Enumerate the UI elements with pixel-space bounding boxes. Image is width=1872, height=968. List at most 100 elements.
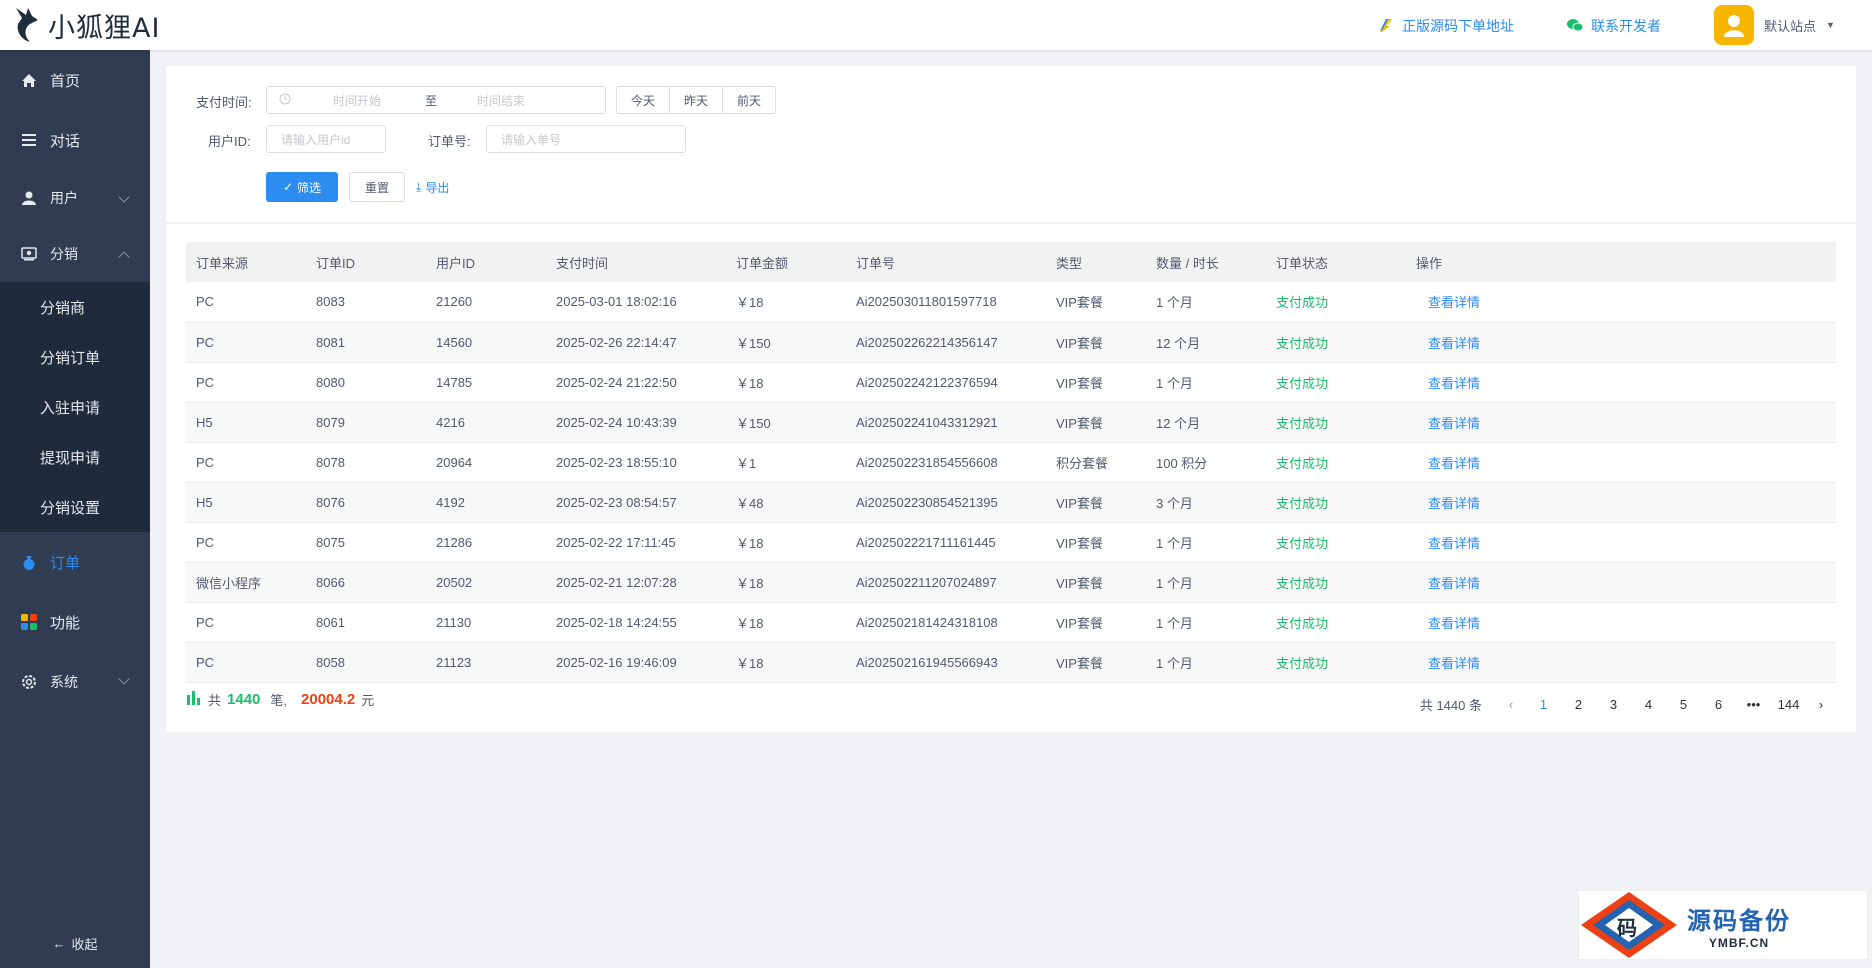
sidebar-item-home[interactable]: 首页 <box>0 50 150 110</box>
page-number[interactable]: 144 <box>1771 690 1806 718</box>
status-badge: 支付成功 <box>1266 402 1406 443</box>
table-cell: 21286 <box>426 522 546 563</box>
page-number[interactable]: 4 <box>1631 690 1666 718</box>
submenu-item-distribution-settings[interactable]: 分销设置 <box>0 482 150 532</box>
table-cell: 2025-02-26 22:14:47 <box>546 322 726 363</box>
source-code-link[interactable]: 正版源码下单地址 <box>1378 16 1514 36</box>
column-header: 数量 / 时长 <box>1146 242 1266 282</box>
next-page-button[interactable]: › <box>1806 690 1836 718</box>
pagination: 共 1440 条 ‹ 1 2 3 4 5 6 ••• 144 › <box>1420 690 1836 718</box>
view-details-link[interactable]: 查看详情 <box>1406 562 1836 603</box>
table-cell: 21260 <box>426 282 546 323</box>
table-cell: PC <box>186 442 306 483</box>
table-cell: 2025-02-23 18:55:10 <box>546 442 726 483</box>
table-row: H5 8076 4192 2025-02-23 08:54:57 ￥48 Ai202502… <box>186 482 1836 523</box>
table-cell: VIP套餐 <box>1046 282 1146 323</box>
table-cell: 12 个月 <box>1146 322 1266 363</box>
download-icon: ⤓ <box>416 179 422 194</box>
table-cell: 8075 <box>306 522 426 563</box>
page-list: 1 2 3 4 5 6 ••• 144 <box>1526 690 1806 718</box>
watermark-en-text: YMBF.CN <box>1708 935 1770 950</box>
view-details-link[interactable]: 查看详情 <box>1406 442 1836 483</box>
summary-mid: 笔, <box>270 693 288 708</box>
pay-time-range-picker[interactable]: 时间开始 至 时间结束 <box>266 86 606 114</box>
prev-page-button[interactable]: ‹ <box>1496 690 1526 718</box>
table-cell: ￥48 <box>726 482 846 523</box>
app-logo[interactable]: 小狐狸AI <box>12 6 160 44</box>
submenu-item-distribution-orders[interactable]: 分销订单 <box>0 332 150 382</box>
status-badge: 支付成功 <box>1266 642 1406 683</box>
view-details-link[interactable]: 查看详情 <box>1406 362 1836 403</box>
sidebar-item-distribution[interactable]: 分销 <box>0 226 150 282</box>
table-header-row: 订单来源 订单ID 用户ID 支付时间 订单金额 订单号 类型 数量 / 时长 … <box>186 242 1836 282</box>
view-details-link[interactable]: 查看详情 <box>1406 402 1836 443</box>
sidebar-item-orders[interactable]: 订单 <box>0 532 150 592</box>
filter-panel: 支付时间: 时间开始 至 时间结束 今天 昨天 前天 用户ID: 请输入用户id… <box>166 66 1856 222</box>
table-cell: PC <box>186 602 306 643</box>
table-cell: 4216 <box>426 402 546 443</box>
status-badge: 支付成功 <box>1266 442 1406 483</box>
sidebar-item-features[interactable]: 功能 <box>0 592 150 652</box>
page-number[interactable]: 6 <box>1701 690 1736 718</box>
distribution-submenu: 分销商 分销订单 入驻申请 提现申请 分销设置 <box>0 282 150 532</box>
view-details-link[interactable]: 查看详情 <box>1406 482 1836 523</box>
column-header: 订单号 <box>846 242 1046 282</box>
sidebar-item-system[interactable]: 系统 <box>0 652 150 712</box>
chevron-up-icon <box>118 251 130 263</box>
page-number[interactable]: 5 <box>1666 690 1701 718</box>
table-cell: 21123 <box>426 642 546 683</box>
page-number[interactable]: 2 <box>1561 690 1596 718</box>
table-cell: Ai202502181424318108 <box>846 602 1046 643</box>
order-no-input[interactable]: 请输入单号 <box>486 125 686 153</box>
submenu-item-withdraw-requests[interactable]: 提现申请 <box>0 432 150 482</box>
table-cell: VIP套餐 <box>1046 522 1146 563</box>
table-cell: Ai202502221711161445 <box>846 522 1046 563</box>
start-time-input[interactable]: 时间开始 <box>333 92 413 109</box>
sidebar-item-label: 系统 <box>50 674 78 690</box>
reset-button[interactable]: 重置 <box>349 172 405 202</box>
end-time-input[interactable]: 时间结束 <box>477 92 525 109</box>
collapse-sidebar-button[interactable]: ← 收起 <box>0 918 150 968</box>
submenu-item-join-requests[interactable]: 入驻申请 <box>0 382 150 432</box>
export-button[interactable]: ⤓ 导出 <box>416 172 449 202</box>
sidebar: 首页 对话 用户 分销 分销商 分销订单 入驻申请 提现申请 分销设置 订单 功… <box>0 50 150 968</box>
watermark-cn-text: 源码备份 <box>1687 907 1791 935</box>
table-cell: Ai202502262214356147 <box>846 322 1046 363</box>
table-cell: Ai202502231854556608 <box>846 442 1046 483</box>
sidebar-item-users[interactable]: 用户 <box>0 170 150 226</box>
view-details-link[interactable]: 查看详情 <box>1406 522 1836 563</box>
page-number[interactable]: 3 <box>1596 690 1631 718</box>
table-cell: 3 个月 <box>1146 482 1266 523</box>
table-row: PC 8075 21286 2025-02-22 17:11:45 ￥18 Ai20250… <box>186 522 1836 563</box>
page-number[interactable]: 1 <box>1526 690 1561 718</box>
table-row: PC 8061 21130 2025-02-18 14:24:55 ￥18 Ai20250… <box>186 602 1836 643</box>
gear-icon <box>20 673 38 691</box>
submenu-item-distributors[interactable]: 分销商 <box>0 282 150 332</box>
table-cell: 20964 <box>426 442 546 483</box>
view-details-link[interactable]: 查看详情 <box>1406 602 1836 643</box>
status-badge: 支付成功 <box>1266 562 1406 603</box>
table-cell: 2025-02-21 12:07:28 <box>546 562 726 603</box>
sidebar-item-chat[interactable]: 对话 <box>0 110 150 170</box>
view-details-link[interactable]: 查看详情 <box>1406 282 1836 323</box>
today-button[interactable]: 今天 <box>616 86 671 114</box>
table-cell: 8061 <box>306 602 426 643</box>
page-ellipsis[interactable]: ••• <box>1736 690 1771 718</box>
view-details-link[interactable]: 查看详情 <box>1406 642 1836 683</box>
user-id-input[interactable]: 请输入用户id <box>266 125 386 153</box>
chevron-down-icon <box>118 191 130 203</box>
contact-developer-label: 联系开发者 <box>1591 18 1661 34</box>
table-cell: 8080 <box>306 362 426 403</box>
user-menu[interactable]: 默认站点 ▼ <box>1714 5 1835 45</box>
view-details-link[interactable]: 查看详情 <box>1406 322 1836 363</box>
contact-developer-link[interactable]: 联系开发者 <box>1567 16 1661 36</box>
filter-button[interactable]: ✓ 筛选 <box>266 172 338 202</box>
table-cell: 21130 <box>426 602 546 643</box>
yesterday-button[interactable]: 昨天 <box>669 86 724 114</box>
status-badge: 支付成功 <box>1266 522 1406 563</box>
column-header: 订单金额 <box>726 242 846 282</box>
day-before-yesterday-button[interactable]: 前天 <box>722 86 777 114</box>
table-cell: 2025-03-01 18:02:16 <box>546 282 726 323</box>
caret-down-icon: ▼ <box>1826 20 1835 30</box>
table-cell: 1 个月 <box>1146 562 1266 603</box>
